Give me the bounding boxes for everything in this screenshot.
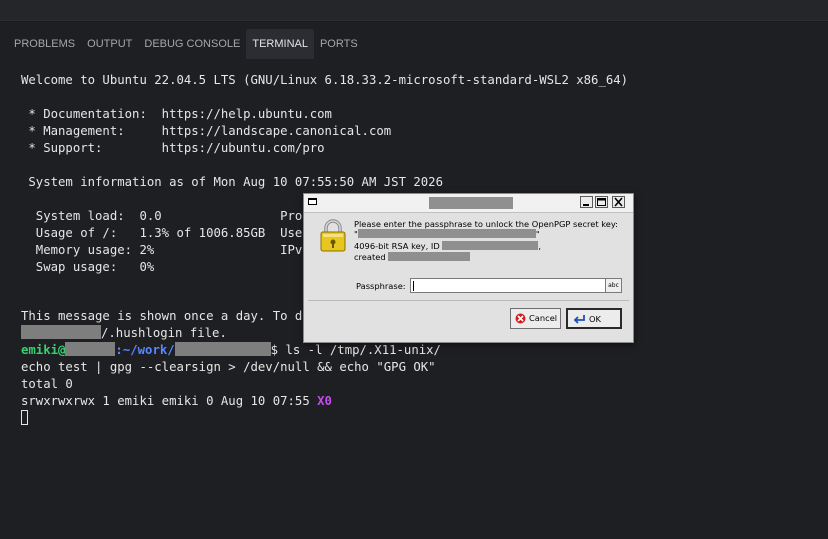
- editor-tab-strip: [0, 0, 828, 21]
- cancel-button[interactable]: Cancel: [510, 308, 561, 329]
- tab-output[interactable]: OUTPUT: [81, 29, 138, 59]
- terminal-line-usage: Usage of /: 1.3% of 1006.85GB User: [21, 226, 310, 240]
- editor-top-area: [0, 0, 828, 22]
- redacted-host: [65, 342, 116, 356]
- dialog-key-info-line: 4096-bit RSA key, ID ,: [354, 241, 541, 252]
- redacted-uid: [357, 229, 536, 238]
- prompt-command: $ ls -l /tmp/.X11-unix/: [270, 343, 441, 357]
- terminal-line-swap: Swap usage: 0%: [21, 260, 155, 274]
- terminal-cursor: [21, 410, 28, 425]
- terminal-line-memory: Memory usage: 2% IPv4: [21, 243, 310, 257]
- cancel-icon: [515, 313, 526, 324]
- prompt-user: emiki@: [21, 343, 66, 357]
- terminal-cursor-line: [21, 410, 28, 426]
- tab-problems[interactable]: PROBLEMS: [8, 29, 81, 59]
- cancel-label: Cancel: [529, 313, 558, 323]
- terminal-line-ls-output: srwxrwxrwx 1 emiki emiki 0 Aug 10 07:55 …: [21, 393, 332, 409]
- dialog-created-line: created: [354, 252, 471, 263]
- redacted-title: [429, 197, 513, 209]
- text-caret: [413, 281, 414, 291]
- maximize-glyph: [597, 198, 606, 206]
- ls-output-text: srwxrwxrwx 1 emiki emiki 0 Aug 10 07:55: [21, 394, 318, 408]
- hushlogin-text: /.hushlogin file.: [101, 326, 227, 340]
- dialog-key-uid-line: " ": [354, 229, 540, 240]
- passphrase-input[interactable]: [410, 278, 606, 293]
- terminal-line-gpg-command: echo test | gpg --clearsign > /dev/null …: [21, 360, 436, 374]
- terminal-line-support: * Support: https://ubuntu.com/pro: [21, 141, 325, 155]
- show-passphrase-button[interactable]: abc: [605, 278, 622, 293]
- dialog-titlebar[interactable]: [304, 194, 633, 213]
- ok-label: OK: [589, 314, 601, 324]
- terminal-line-hushlogin: /.hushlogin file.: [21, 325, 227, 341]
- terminal-line-load: System load: 0.0 Proc: [21, 209, 310, 223]
- created-label: created: [354, 252, 386, 262]
- minimize-glyph: [583, 204, 589, 206]
- key-info-end: ,: [538, 241, 541, 251]
- terminal-line-motd: This message is shown once a day. To dis: [21, 309, 318, 323]
- terminal-line-welcome: Welcome to Ubuntu 22.04.5 LTS (GNU/Linux…: [21, 73, 629, 87]
- tab-terminal[interactable]: TERMINAL: [246, 29, 314, 59]
- redacted-created-date: [388, 252, 471, 261]
- panel-tabs: PROBLEMS OUTPUT DEBUG CONSOLE TERMINAL P…: [8, 29, 364, 59]
- terminal-prompt-line: emiki@ :~/work/ $ ls -l /tmp/.X11-unix/: [21, 342, 441, 358]
- terminal-line-documentation: * Documentation: https://help.ubuntu.com: [21, 107, 332, 121]
- close-icon[interactable]: [612, 196, 625, 208]
- lock-icon: [320, 219, 346, 252]
- redacted-key-id: [442, 241, 539, 250]
- tab-debug-console[interactable]: DEBUG CONSOLE: [138, 29, 246, 59]
- ok-arrow-icon: [573, 315, 585, 324]
- terminal-line-management: * Management: https://landscape.canonica…: [21, 124, 392, 138]
- tab-ports[interactable]: PORTS: [314, 29, 364, 59]
- terminal-line-total: total 0: [21, 377, 73, 391]
- passphrase-dialog: Please enter the passphrase to unlock th…: [303, 193, 634, 343]
- key-info: 4096-bit RSA key, ID: [354, 241, 440, 251]
- prompt-path: :~/work/: [115, 343, 175, 357]
- quote-close: ": [535, 229, 540, 239]
- passphrase-label: Passphrase:: [356, 281, 406, 291]
- dialog-separator: [308, 300, 629, 301]
- redacted-path: [174, 342, 271, 356]
- ls-output-socket-name: X0: [317, 394, 332, 408]
- ok-button[interactable]: OK: [566, 308, 622, 329]
- redacted-block: [21, 325, 101, 339]
- terminal-line-sysinfo: System information as of Mon Aug 10 07:5…: [21, 175, 443, 189]
- minimize-icon[interactable]: [580, 196, 593, 208]
- close-glyph: [614, 197, 623, 207]
- window-icon[interactable]: [308, 198, 317, 205]
- maximize-icon[interactable]: [595, 196, 608, 208]
